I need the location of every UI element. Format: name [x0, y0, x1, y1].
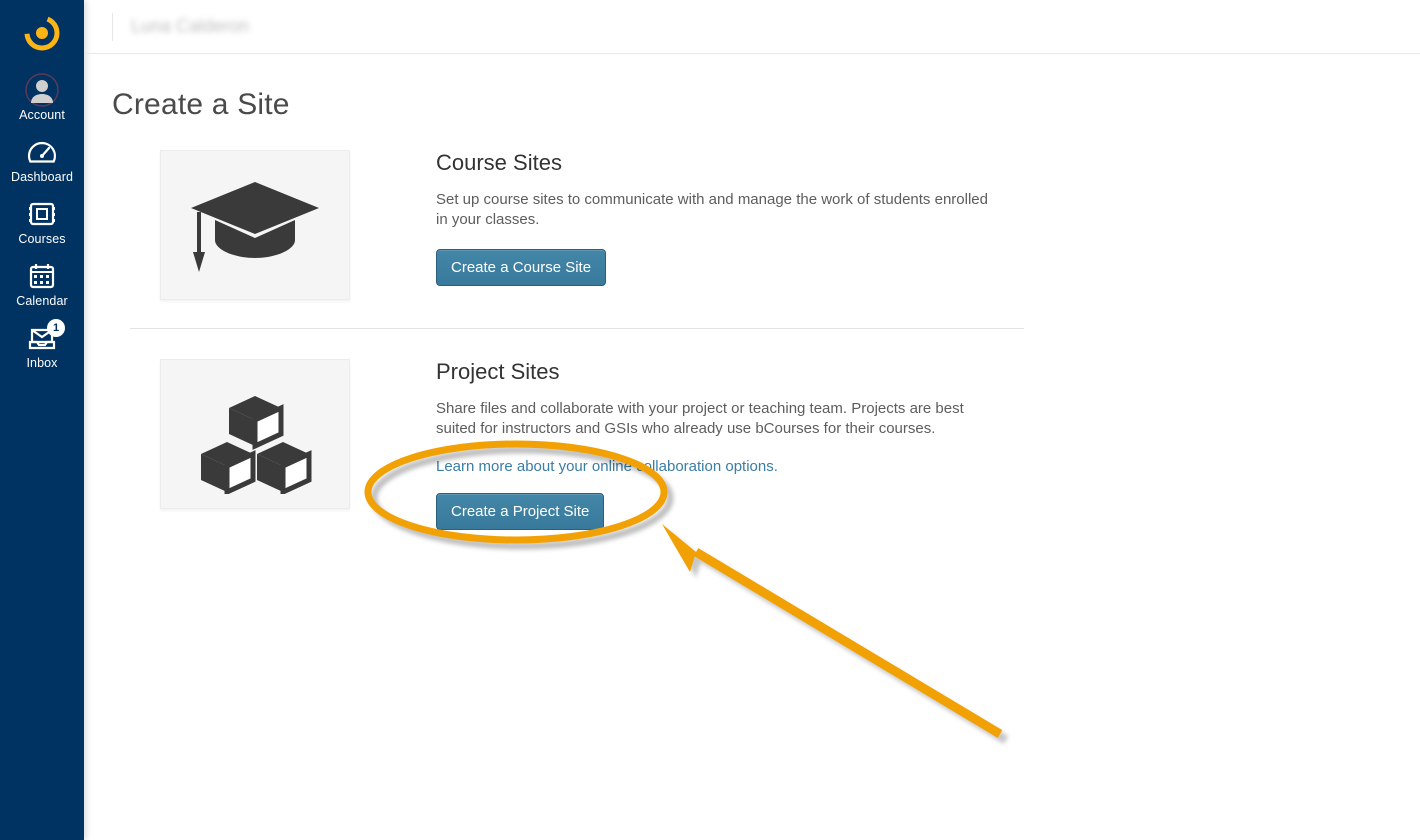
project-sites-section: Project Sites Share files and collaborat…: [112, 357, 1392, 558]
main-region: Luna Calderon Create a Site Course Sites…: [84, 0, 1420, 840]
course-sites-title: Course Sites: [436, 150, 996, 176]
nav-calendar[interactable]: Calendar: [0, 254, 84, 316]
nav-account-label: Account: [19, 108, 65, 122]
nav-inbox[interactable]: 1 Inbox: [0, 316, 84, 378]
book-icon: [25, 199, 59, 229]
content: Create a Site Course Sites Set up course…: [84, 54, 1420, 558]
course-sites-desc: Set up course sites to communicate with …: [436, 190, 996, 231]
calendar-icon: [25, 261, 59, 291]
project-sites-desc: Share files and collaborate with your pr…: [436, 399, 996, 440]
topbar: Luna Calderon: [84, 0, 1420, 54]
nav-account[interactable]: Account: [0, 68, 84, 130]
section-divider: [130, 328, 1024, 329]
graduation-cap-icon: [160, 150, 350, 300]
project-sites-title: Project Sites: [436, 359, 996, 385]
breadcrumb-user[interactable]: Luna Calderon: [131, 16, 249, 37]
user-avatar-icon: [25, 75, 59, 105]
page-title: Create a Site: [112, 88, 1392, 122]
course-sites-section: Course Sites Set up course sites to comm…: [112, 148, 1392, 328]
create-project-site-button[interactable]: Create a Project Site: [436, 493, 604, 530]
topbar-divider: [112, 13, 113, 41]
inbox-badge: 1: [47, 319, 65, 337]
global-nav-sidebar: Account Dashboard Courses: [0, 0, 84, 840]
nav-dashboard[interactable]: Dashboard: [0, 130, 84, 192]
project-sites-info: Project Sites Share files and collaborat…: [436, 359, 996, 530]
project-sites-learn-more-link[interactable]: Learn more about your online collaborati…: [436, 458, 996, 475]
inbox-icon: 1: [25, 323, 59, 353]
nav-calendar-label: Calendar: [16, 294, 68, 308]
nav-dashboard-label: Dashboard: [11, 170, 73, 184]
boxes-icon: [160, 359, 350, 509]
course-sites-info: Course Sites Set up course sites to comm…: [436, 150, 996, 300]
brand-logo-icon[interactable]: [19, 10, 65, 56]
create-course-site-button[interactable]: Create a Course Site: [436, 249, 606, 286]
speedometer-icon: [25, 137, 59, 167]
nav-courses[interactable]: Courses: [0, 192, 84, 254]
nav-inbox-label: Inbox: [26, 356, 57, 370]
nav-courses-label: Courses: [18, 232, 65, 246]
